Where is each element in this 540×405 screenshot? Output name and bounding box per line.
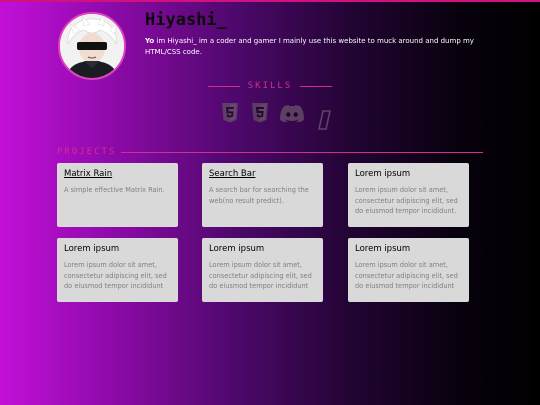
projects-heading: PROJECTS [57,147,483,157]
project-card-lorem-1[interactable]: Lorem ipsum Lorem ipsum dolor sit amet, … [348,163,469,227]
project-card-title: Lorem ipsum [355,169,411,179]
project-card-title: Lorem ipsum [209,244,265,254]
project-card-matrix-rain[interactable]: Matrix Rain A simple effective Matrix Ra… [57,163,178,227]
project-card-lorem-3[interactable]: Lorem ipsum Lorem ipsum dolor sit amet, … [202,238,323,302]
bio-greeting: Yo [145,37,155,45]
project-card-search-bar[interactable]: Search Bar A search bar for searching th… [202,163,323,227]
projects-rule [121,151,483,153]
skills-rule-right [299,85,332,87]
project-card-description: Lorem ipsum dolor sit amet, consectetur … [355,261,458,290]
profile-name: Hiyashi_ [145,10,227,30]
project-card-description: A simple effective Matrix Rain. [64,186,165,194]
project-card-description: Lorem ipsum dolor sit amet, consectetur … [64,261,167,290]
project-card-title: Lorem ipsum [64,244,120,254]
css3-icon[interactable] [252,103,268,123]
html5-icon[interactable] [222,103,238,123]
discord-icon[interactable] [280,105,304,122]
project-card-title[interactable]: Search Bar [209,169,316,180]
project-card-description: Lorem ipsum dolor sit amet, consectetur … [209,261,312,290]
bio-text: im Hiyashi_ im a coder and gamer I mainl… [145,37,474,56]
project-card-lorem-2[interactable]: Lorem ipsum Lorem ipsum dolor sit amet, … [57,238,178,302]
skills-heading-label: SKILLS [247,81,293,91]
skills-heading: SKILLS [208,81,332,91]
project-card-title[interactable]: Matrix Rain [64,169,171,180]
slanted-bracket-icon[interactable] [318,110,332,130]
project-card-description: Lorem ipsum dolor sit amet, consectetur … [355,186,458,215]
project-card-description: A search bar for searching the web(no re… [209,186,309,205]
profile-bio: Yo im Hiyashi_ im a coder and gamer I ma… [145,36,485,58]
top-accent-line [0,0,540,2]
project-card-lorem-4[interactable]: Lorem ipsum Lorem ipsum dolor sit amet, … [348,238,469,302]
skills-rule-left [208,85,240,87]
projects-heading-label: PROJECTS [57,147,117,157]
project-card-title: Lorem ipsum [355,244,411,254]
avatar [58,12,126,80]
